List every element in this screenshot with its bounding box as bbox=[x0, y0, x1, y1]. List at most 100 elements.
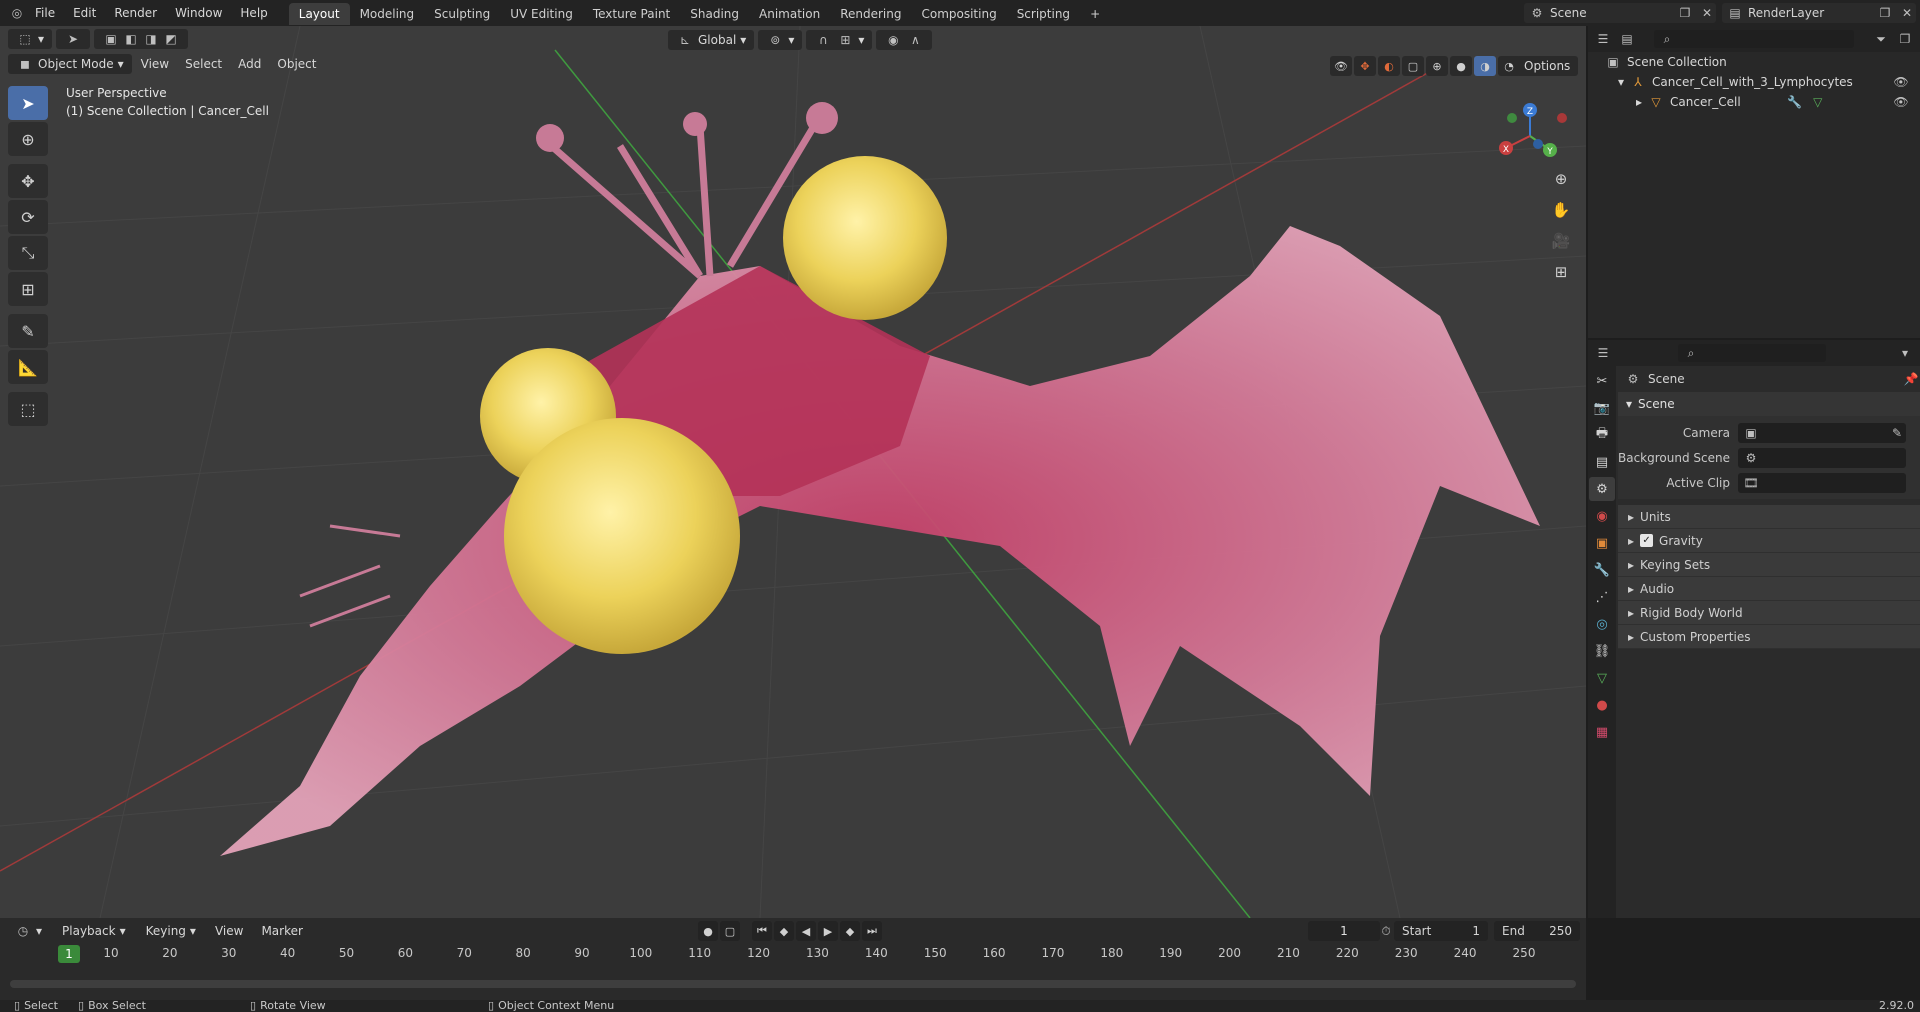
menu-select[interactable]: Select bbox=[178, 57, 229, 71]
gravity-panel[interactable]: ▸ ✓ Gravity bbox=[1618, 529, 1920, 553]
object-tab-icon[interactable]: ▣ bbox=[1589, 531, 1615, 555]
data-tab-icon[interactable]: ▽ bbox=[1589, 666, 1615, 690]
view-layer-selector[interactable]: ▤ RenderLayer ❐ ✕ bbox=[1722, 3, 1916, 23]
view-layer-tab-icon[interactable]: ▤ bbox=[1589, 450, 1615, 474]
audio-panel[interactable]: ▸ Audio bbox=[1618, 577, 1920, 601]
prev-keyframe-button[interactable]: ◆ bbox=[774, 921, 794, 941]
menu-window[interactable]: Window bbox=[166, 0, 231, 26]
pan-hand-icon[interactable]: ✋ bbox=[1548, 197, 1574, 223]
xray-button[interactable]: ▢ bbox=[1402, 56, 1424, 76]
gizmo-z-label[interactable]: Z bbox=[1527, 107, 1533, 117]
menu-help[interactable]: Help bbox=[231, 0, 276, 26]
keying-sets-panel[interactable]: ▸ Keying Sets bbox=[1618, 553, 1920, 577]
timeline-scrollbar[interactable] bbox=[10, 980, 1576, 988]
select-tool-button[interactable]: ➤ bbox=[56, 29, 91, 49]
tab-compositing[interactable]: Compositing bbox=[911, 3, 1006, 25]
tab-modeling[interactable]: Modeling bbox=[350, 3, 425, 25]
background-scene-field[interactable]: ⚙ bbox=[1738, 447, 1906, 468]
physics-tab-icon[interactable]: ◎ bbox=[1589, 612, 1615, 636]
menu-object[interactable]: Object bbox=[270, 57, 323, 71]
add-workspace-button[interactable]: + bbox=[1080, 3, 1110, 25]
rigid-body-world-panel[interactable]: ▸ Rigid Body World bbox=[1618, 601, 1920, 625]
tab-uv-editing[interactable]: UV Editing bbox=[500, 3, 583, 25]
play-button[interactable]: ▶ bbox=[818, 921, 838, 941]
end-frame-field[interactable]: End 250 bbox=[1494, 921, 1580, 941]
pin-icon[interactable]: 📌 bbox=[1902, 370, 1920, 388]
overlay-toggle-button[interactable]: ◐ bbox=[1378, 56, 1400, 76]
outliner-search-input[interactable]: ⌕ bbox=[1654, 30, 1854, 48]
outliner-root[interactable]: ▣ Scene Collection bbox=[1588, 52, 1920, 72]
filter-icon[interactable]: ⏷ bbox=[1872, 30, 1890, 48]
close-icon[interactable]: ✕ bbox=[1898, 4, 1916, 22]
options-button[interactable]: Options bbox=[1516, 56, 1579, 76]
selection-mode-buttons[interactable]: ▣ ◧ ◨ ◩ bbox=[94, 29, 189, 49]
solid-shading-button[interactable]: ● bbox=[1450, 56, 1472, 76]
menu-edit[interactable]: Edit bbox=[64, 0, 105, 26]
material-shading-button[interactable]: ◑ bbox=[1474, 56, 1496, 76]
properties-search-input[interactable]: ⌕ bbox=[1678, 344, 1826, 362]
timeline-editor-button[interactable]: ◷ ▾ bbox=[6, 921, 51, 941]
eyedropper-icon[interactable]: ✎ bbox=[1888, 424, 1906, 442]
annotate-tool[interactable]: ✎ bbox=[8, 314, 48, 348]
wireframe-shading-button[interactable]: ⊕ bbox=[1426, 56, 1448, 76]
material-tab-icon[interactable]: ● bbox=[1589, 693, 1615, 717]
camera-view-icon[interactable]: 🎥 bbox=[1548, 228, 1574, 254]
zoom-icon[interactable]: ⊕ bbox=[1548, 166, 1574, 192]
constraints-tab-icon[interactable]: ⛓ bbox=[1589, 639, 1615, 663]
chevron-down-icon[interactable]: ▾ bbox=[1896, 344, 1914, 362]
copy-icon[interactable]: ❐ bbox=[1676, 4, 1694, 22]
play-reverse-button[interactable]: ◀ bbox=[796, 921, 816, 941]
tool-tab-icon[interactable]: ✂ bbox=[1589, 369, 1615, 393]
eye-icon[interactable]: 👁 bbox=[1892, 93, 1910, 111]
gizmo-toggle-button[interactable]: ✥ bbox=[1354, 56, 1376, 76]
blender-logo-icon[interactable]: ◎ bbox=[8, 4, 26, 22]
rotate-tool[interactable]: ⟳ bbox=[8, 200, 48, 234]
render-tab-icon[interactable]: 📷 bbox=[1589, 396, 1615, 420]
camera-field[interactable]: ▣ ✎ bbox=[1738, 422, 1906, 443]
start-frame-field[interactable]: Start 1 bbox=[1394, 921, 1488, 941]
expand-arrow-icon[interactable]: ▾ bbox=[1618, 75, 1624, 89]
properties-editor-icon[interactable]: ☰ bbox=[1594, 344, 1612, 362]
record-button[interactable]: ● bbox=[698, 921, 718, 941]
active-clip-field[interactable]: 🎞 bbox=[1738, 472, 1906, 493]
auto-key-icon[interactable]: ▢ bbox=[720, 921, 740, 941]
scene-panel-header[interactable]: ▾ Scene bbox=[1618, 392, 1920, 416]
copy-icon[interactable]: ❐ bbox=[1876, 4, 1894, 22]
modifier-tab-icon[interactable]: 🔧 bbox=[1589, 558, 1615, 582]
scale-tool[interactable]: ⤡ bbox=[8, 236, 48, 270]
pivot-button[interactable]: ⊚ ▾ bbox=[758, 30, 803, 50]
playback-menu[interactable]: Playback ▾ bbox=[54, 921, 134, 941]
preview-range-icon[interactable]: ⏱ bbox=[1377, 922, 1395, 940]
tab-rendering[interactable]: Rendering bbox=[830, 3, 911, 25]
particles-tab-icon[interactable]: ⋰ bbox=[1589, 585, 1615, 609]
texture-tab-icon[interactable]: ▦ bbox=[1589, 720, 1615, 744]
jump-start-button[interactable]: ⏮ bbox=[752, 921, 772, 941]
menu-add[interactable]: Add bbox=[231, 57, 268, 71]
world-tab-icon[interactable]: ◉ bbox=[1589, 504, 1615, 528]
measure-tool[interactable]: 📐 bbox=[8, 350, 48, 384]
tab-texture-paint[interactable]: Texture Paint bbox=[583, 3, 680, 25]
navigation-gizmo[interactable]: Z Y X bbox=[1490, 96, 1570, 176]
gizmo-x-label[interactable]: X bbox=[1503, 145, 1509, 155]
units-panel[interactable]: ▸ Units bbox=[1618, 505, 1920, 529]
menu-render[interactable]: Render bbox=[105, 0, 166, 26]
keying-menu[interactable]: Keying ▾ bbox=[137, 921, 204, 941]
tab-animation[interactable]: Animation bbox=[749, 3, 830, 25]
menu-file[interactable]: File bbox=[26, 0, 64, 26]
gravity-checkbox[interactable]: ✓ bbox=[1640, 534, 1654, 547]
3d-viewport[interactable]: ⬚ ▾ ➤ ▣ ◧ ◨ ◩ ◼ Object Mode ▾ View Select Add … bbox=[0, 26, 1586, 918]
gizmo-y-label[interactable]: Y bbox=[1546, 147, 1553, 157]
eye-icon[interactable]: 👁 bbox=[1892, 73, 1910, 91]
proportional-edit-button[interactable]: ◉ ∧ bbox=[876, 30, 933, 50]
close-icon[interactable]: ✕ bbox=[1698, 4, 1716, 22]
scene-selector[interactable]: ⚙ Scene ❐ ✕ bbox=[1524, 3, 1716, 23]
current-frame-field[interactable]: 1 bbox=[1308, 921, 1380, 941]
timeline-view-menu[interactable]: View bbox=[208, 924, 250, 938]
next-keyframe-button[interactable]: ◆ bbox=[840, 921, 860, 941]
playhead[interactable]: 1 bbox=[58, 945, 80, 963]
snap-button[interactable]: ∩ ⊞ ▾ bbox=[806, 30, 873, 50]
frame-ruler[interactable]: 1 10 20 30 40 50 60 70 80 90 100 110 120 130 140 150 16… bbox=[0, 945, 1586, 966]
outliner-object-row[interactable]: ▸ ▽ Cancer_Cell 🔧 ▽ 👁 bbox=[1588, 92, 1920, 112]
visibility-button[interactable]: 👁 bbox=[1330, 56, 1352, 76]
menu-view[interactable]: View bbox=[134, 57, 176, 71]
